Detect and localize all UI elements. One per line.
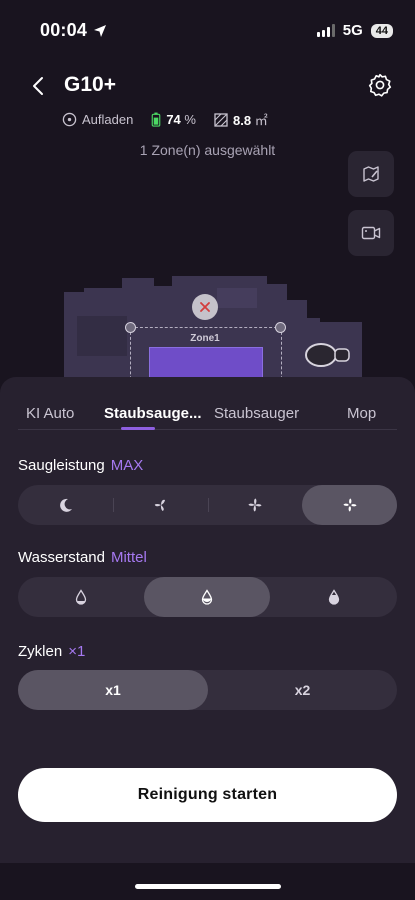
close-icon [200, 302, 210, 312]
cycle-option-2-label: x2 [294, 682, 311, 698]
chevron-left-icon [33, 77, 43, 95]
video-camera-icon [361, 226, 381, 240]
fan-icon [154, 499, 165, 511]
battery-percent: 74 [166, 112, 181, 127]
cleaned-area: 8.8 ㎡ [214, 110, 268, 129]
home-indicator[interactable] [135, 884, 281, 889]
cycle-option-1[interactable]: x1 [18, 670, 208, 710]
suction-max-option[interactable] [302, 485, 397, 525]
network-type: 5G [342, 22, 363, 39]
cleaning-map[interactable]: Zone1 [62, 270, 362, 399]
tab-staubsauger-mop[interactable]: Staubsauge... [104, 405, 202, 422]
map-edit-icon [363, 166, 379, 182]
battery-icon [152, 112, 161, 127]
water-label: Wasserstand [18, 549, 105, 566]
location-arrow-icon [94, 24, 107, 37]
start-cleaning-button[interactable]: Reinigung starten [18, 768, 397, 822]
cycles-label: Zyklen [18, 643, 63, 660]
tab-ki-auto[interactable]: KI Auto [26, 405, 74, 422]
charging-dock-icon [62, 112, 77, 127]
suction-value: MAX [110, 457, 144, 474]
camera-button[interactable] [348, 210, 394, 256]
moon-icon [59, 498, 72, 512]
gear-icon [368, 73, 392, 97]
page-title: G10+ [64, 73, 116, 96]
tab-staubsauger[interactable]: Staubsauger [214, 405, 299, 422]
fan-strong-icon [248, 498, 262, 512]
cycles-selector: x1 x2 [18, 670, 397, 710]
charging-status: Aufladen [62, 112, 133, 127]
suction-section-label: Saugleistung MAX [18, 457, 143, 474]
area-unit: ㎡ [254, 113, 268, 128]
mode-tabs: KI Auto Staubsauge... Staubsauger Mop [18, 397, 397, 430]
charging-status-label: Aufladen [82, 112, 134, 127]
zone-delete-button[interactable] [192, 294, 218, 320]
water-value: Mittel [110, 549, 147, 566]
fan-max-icon [343, 498, 356, 512]
area-value: 8.8 [232, 113, 252, 128]
status-indicators: 5G 44 [316, 22, 393, 39]
device-info-row: Aufladen 74 % 8.8 ㎡ [62, 110, 286, 129]
battery-status: 74 % [151, 112, 196, 127]
active-tab-indicator [121, 427, 155, 430]
drop-low-icon [75, 589, 87, 605]
cycles-section-label: Zyklen ×1 [18, 643, 85, 660]
back-button[interactable] [26, 72, 50, 100]
suction-quiet-option[interactable] [18, 485, 113, 525]
suction-strong-option[interactable] [208, 485, 302, 525]
suction-level-selector [18, 485, 397, 525]
zone-label: Zone1 [190, 333, 220, 344]
battery-unit: % [184, 112, 196, 127]
suction-label: Saugleistung [18, 457, 105, 474]
water-medium-option[interactable] [144, 577, 270, 617]
zone-handle-left[interactable] [125, 322, 136, 333]
drop-high-icon [328, 589, 339, 605]
battery-level: 44 [370, 23, 393, 38]
suction-standard-option[interactable] [113, 485, 208, 525]
charging-dock-marker-icon [305, 343, 350, 367]
area-icon [214, 112, 228, 127]
drop-medium-icon [201, 589, 213, 605]
water-high-option[interactable] [270, 577, 397, 617]
cellular-signal-icon [316, 24, 335, 37]
status-time: 00:04 [40, 20, 107, 41]
water-section-label: Wasserstand Mittel [18, 549, 147, 566]
cleaning-settings-sheet: KI Auto Staubsauge... Staubsauger Mop Sa… [0, 377, 415, 863]
cycle-option-1-label: x1 [105, 682, 121, 698]
cycle-option-2[interactable]: x2 [208, 670, 397, 710]
zone-handle-right[interactable] [275, 322, 286, 333]
water-level-selector [18, 577, 397, 617]
cycles-value: ×1 [68, 643, 86, 660]
tab-mop[interactable]: Mop [347, 405, 376, 422]
status-time-text: 00:04 [40, 20, 88, 40]
water-low-option[interactable] [18, 577, 144, 617]
settings-button[interactable] [367, 72, 393, 98]
map-edit-button[interactable] [348, 151, 394, 197]
